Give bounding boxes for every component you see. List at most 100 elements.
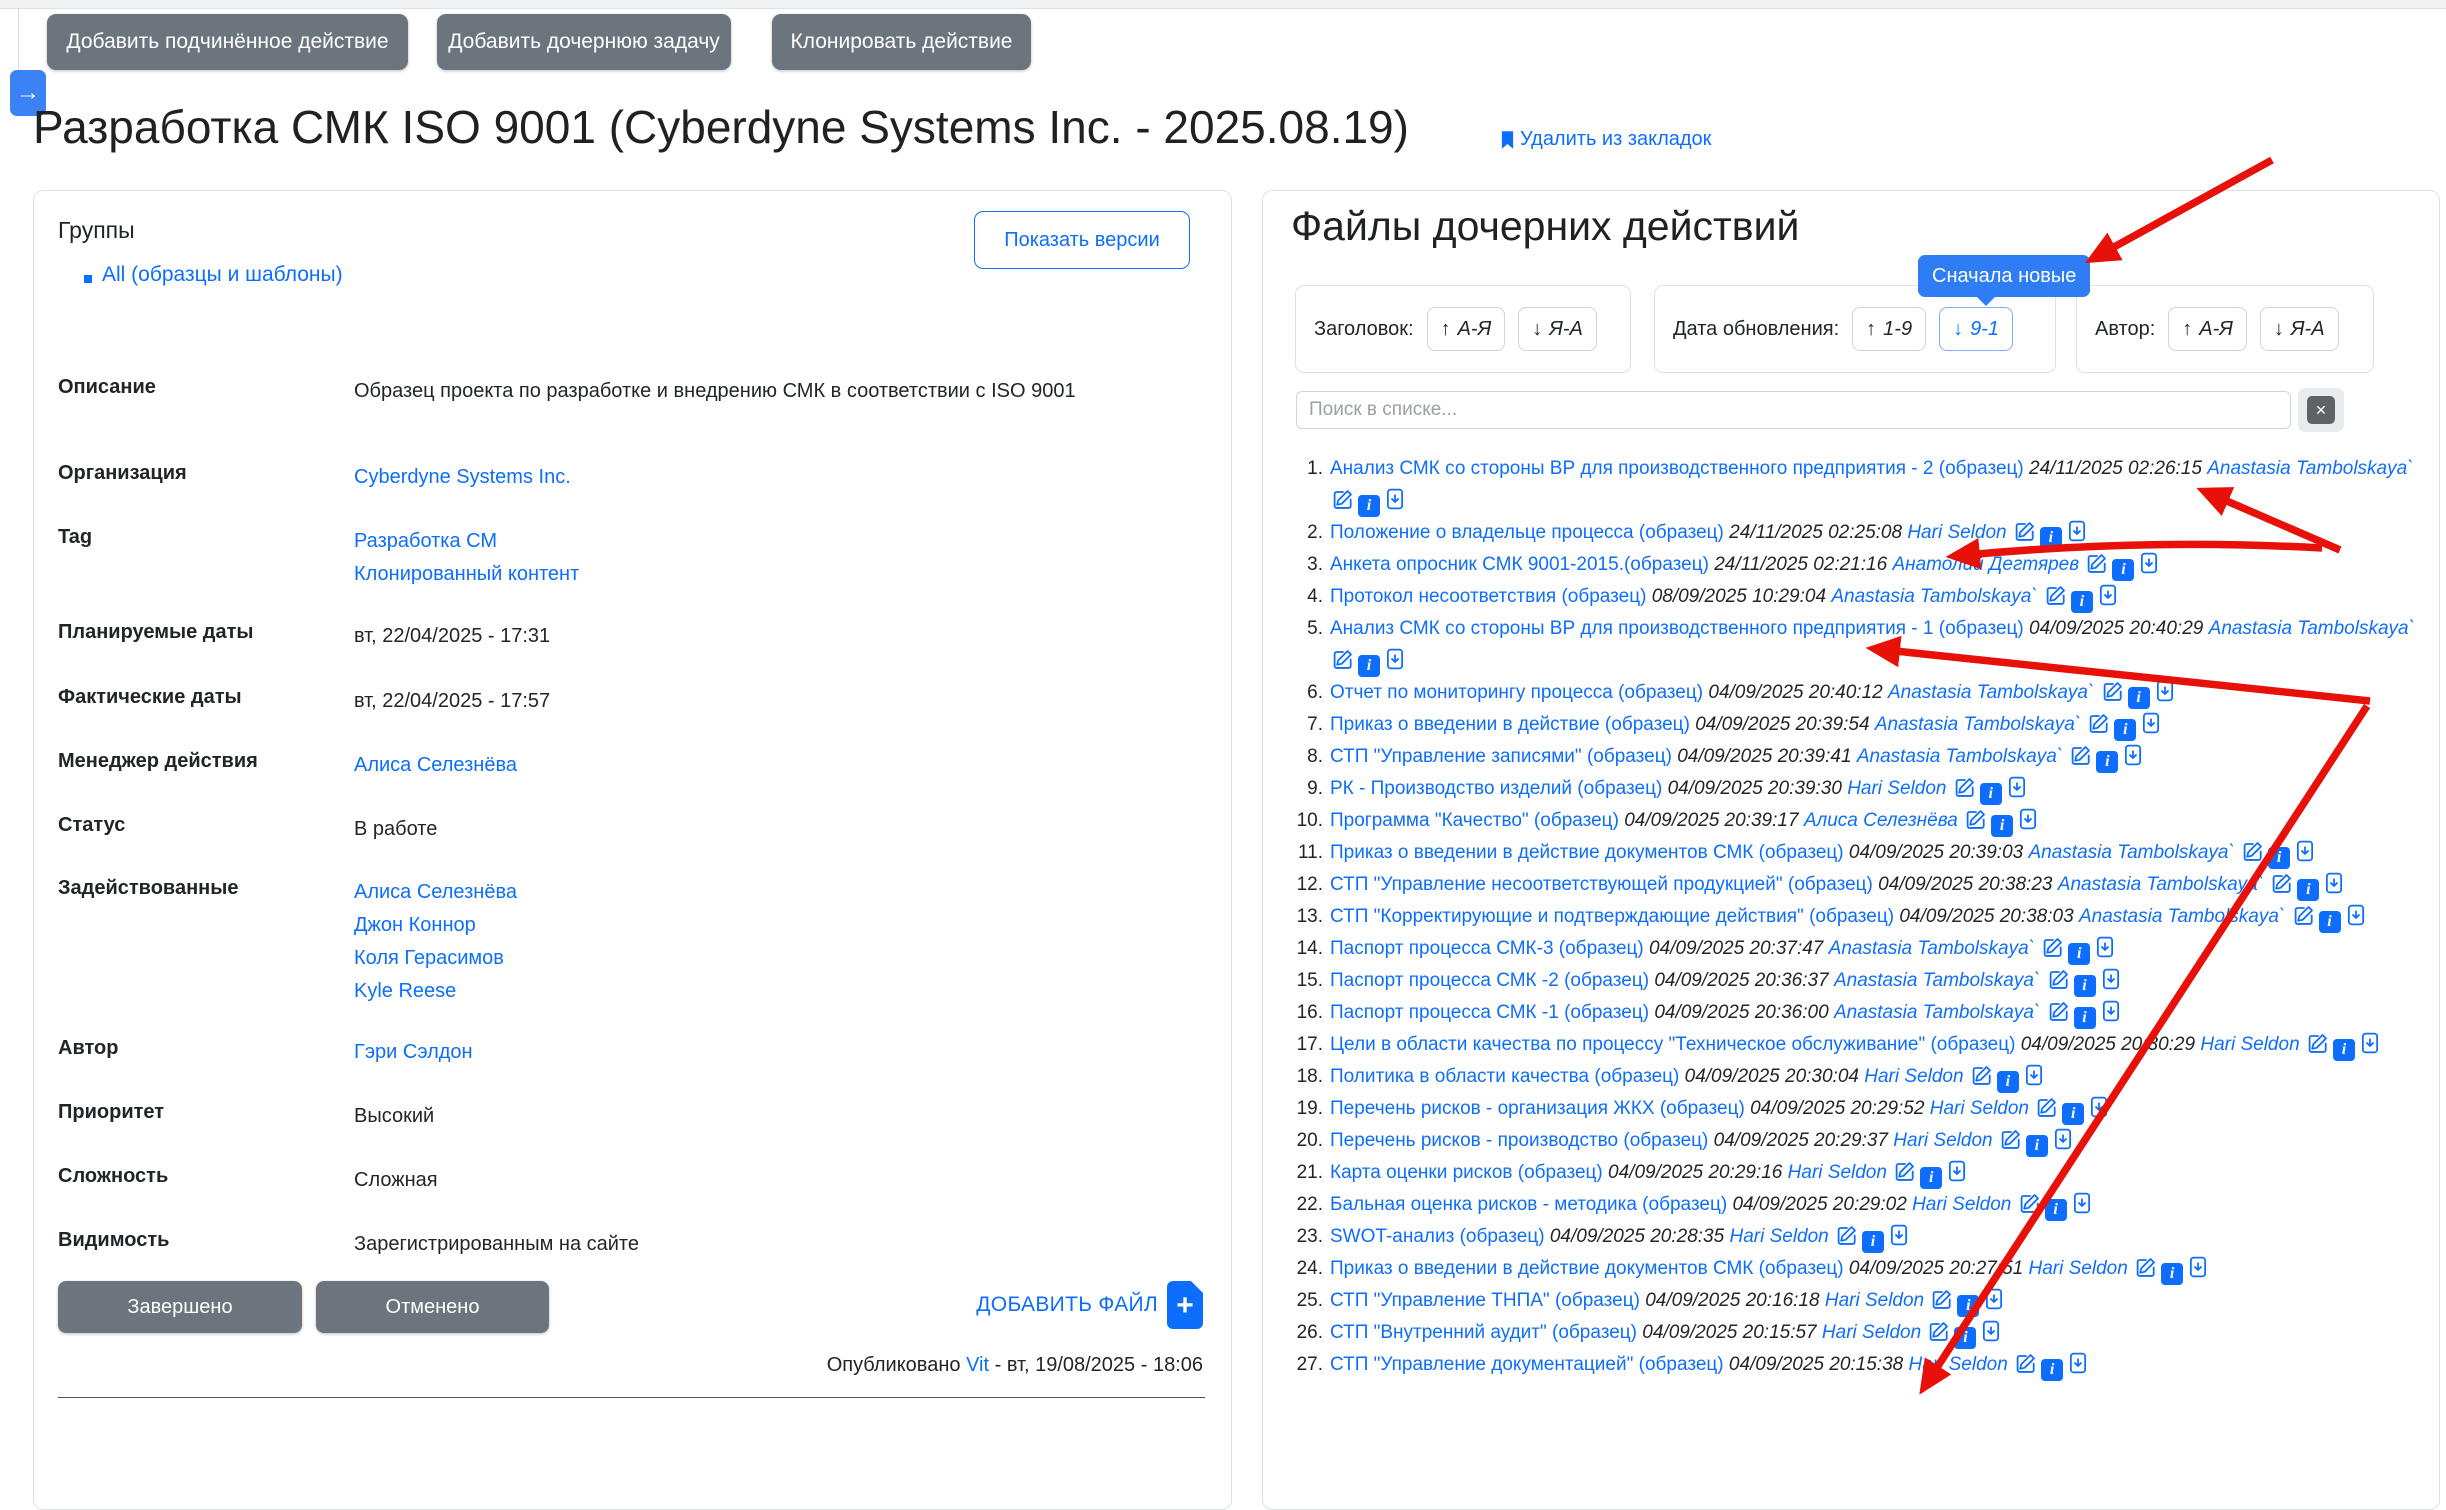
info-icon[interactable]: i <box>2333 1039 2355 1061</box>
download-icon[interactable] <box>1888 1224 1910 1246</box>
sort-author-desc-button[interactable]: ↓ Я-А <box>2260 307 2339 351</box>
field-value-link[interactable]: Алиса Селезнёва <box>354 749 1194 782</box>
sort-author-asc-button[interactable]: ↑ А-Я <box>2168 307 2247 351</box>
download-icon[interactable] <box>2097 584 2119 606</box>
edit-icon[interactable] <box>1332 648 1354 670</box>
info-icon[interactable]: i <box>2268 847 2290 869</box>
info-icon[interactable]: i <box>2071 591 2093 613</box>
info-icon[interactable]: i <box>2297 879 2319 901</box>
file-title-link[interactable]: СТП "Управление ТНПА" (образец) <box>1330 1290 1640 1311</box>
field-value-link[interactable]: Разработка СМ <box>354 525 1194 558</box>
edit-icon[interactable] <box>2088 712 2110 734</box>
add-file-icon[interactable]: + <box>1167 1281 1203 1329</box>
download-icon[interactable] <box>2140 712 2162 734</box>
info-icon[interactable]: i <box>2041 1359 2063 1381</box>
field-value-link[interactable]: Коля Герасимов <box>354 942 1194 975</box>
sort-date-asc-button[interactable]: ↑ 1-9 <box>1852 307 1926 351</box>
file-title-link[interactable]: Программа "Качество" (образец) <box>1330 810 1619 831</box>
info-icon[interactable]: i <box>1358 495 1380 517</box>
info-icon[interactable]: i <box>2319 911 2341 933</box>
file-author-link[interactable]: Hari Seldon <box>2200 1034 2299 1055</box>
info-icon[interactable]: i <box>1920 1167 1942 1189</box>
file-author-link[interactable]: Анатолий Дегтярев <box>1892 554 2079 575</box>
file-author-link[interactable]: Anastasia Tambolskaya` <box>1875 714 2081 735</box>
field-value-link[interactable]: Гэри Сэлдон <box>354 1036 1194 1069</box>
edit-icon[interactable] <box>1971 1064 1993 1086</box>
download-icon[interactable] <box>1980 1320 2002 1342</box>
info-icon[interactable]: i <box>2074 975 2096 997</box>
file-title-link[interactable]: Анализ СМК со стороны ВР для производств… <box>1330 618 2024 639</box>
file-title-link[interactable]: Цели в области качества по процессу "Тех… <box>1330 1034 2015 1055</box>
clear-search-button[interactable]: ✕ <box>2307 396 2335 424</box>
edit-icon[interactable] <box>2048 968 2070 990</box>
info-icon[interactable]: i <box>2026 1135 2048 1157</box>
file-title-link[interactable]: СТП "Внутренний аудит" (образец) <box>1330 1322 1637 1343</box>
file-title-link[interactable]: Политика в области качества (образец) <box>1330 1066 1679 1087</box>
info-icon[interactable]: i <box>2068 943 2090 965</box>
file-author-link[interactable]: Anastasia Tambolskaya` <box>1831 586 2037 607</box>
download-icon[interactable] <box>2138 552 2160 574</box>
download-icon[interactable] <box>2294 840 2316 862</box>
info-icon[interactable]: i <box>1997 1071 2019 1093</box>
edit-icon[interactable] <box>2014 520 2036 542</box>
download-icon[interactable] <box>1946 1160 1968 1182</box>
edit-icon[interactable] <box>2086 552 2108 574</box>
info-icon[interactable]: i <box>1980 783 2002 805</box>
cancelled-button[interactable]: Отменено <box>316 1281 549 1333</box>
edit-icon[interactable] <box>1965 808 1987 830</box>
download-icon[interactable] <box>2187 1256 2209 1278</box>
edit-icon[interactable] <box>2019 1192 2041 1214</box>
file-title-link[interactable]: Карта оценки рисков (образец) <box>1330 1162 1603 1183</box>
edit-icon[interactable] <box>2271 872 2293 894</box>
download-icon[interactable] <box>1983 1288 2005 1310</box>
edit-icon[interactable] <box>1954 776 1976 798</box>
file-author-link[interactable]: Hari Seldon <box>1907 522 2006 543</box>
info-icon[interactable]: i <box>2074 1007 2096 1029</box>
download-icon[interactable] <box>2071 1192 2093 1214</box>
download-icon[interactable] <box>2154 680 2176 702</box>
file-author-link[interactable]: Hari Seldon <box>2029 1258 2128 1279</box>
info-icon[interactable]: i <box>1957 1295 1979 1317</box>
edit-icon[interactable] <box>2000 1128 2022 1150</box>
file-author-link[interactable]: Anastasia Tambolskaya` <box>1834 970 2040 991</box>
file-title-link[interactable]: РК - Производство изделий (образец) <box>1330 778 1662 799</box>
file-author-link[interactable]: Hari Seldon <box>1847 778 1946 799</box>
search-input[interactable] <box>1296 391 2291 429</box>
edit-icon[interactable] <box>1894 1160 1916 1182</box>
download-icon[interactable] <box>2094 936 2116 958</box>
info-icon[interactable]: i <box>2096 751 2118 773</box>
sort-date-desc-button[interactable]: ↓ 9-1 <box>1939 307 2013 351</box>
download-icon[interactable] <box>2100 968 2122 990</box>
edit-icon[interactable] <box>1928 1320 1950 1342</box>
file-title-link[interactable]: СТП "Управление несоответствующей продук… <box>1330 874 1873 895</box>
file-author-link[interactable]: Hari Seldon <box>1912 1194 2011 1215</box>
info-icon[interactable]: i <box>1358 655 1380 677</box>
info-icon[interactable]: i <box>1862 1231 1884 1253</box>
info-icon[interactable]: i <box>2114 719 2136 741</box>
info-icon[interactable]: i <box>2161 1263 2183 1285</box>
field-value-link[interactable]: Kyle Reese <box>354 975 1194 1008</box>
field-value-link[interactable]: Алиса Селезнёва <box>354 876 1194 909</box>
sort-title-desc-button[interactable]: ↓ Я-А <box>1518 307 1597 351</box>
edit-icon[interactable] <box>2242 840 2264 862</box>
edit-icon[interactable] <box>2293 904 2315 926</box>
download-icon[interactable] <box>2006 776 2028 798</box>
add-child-task-button[interactable]: Добавить дочернюю задачу <box>437 14 731 70</box>
file-author-link[interactable]: Hari Seldon <box>1893 1130 1992 1151</box>
file-title-link[interactable]: СТП "Управление документацией" (образец) <box>1330 1354 1724 1375</box>
clone-action-button[interactable]: Клонировать действие <box>772 14 1031 70</box>
edit-icon[interactable] <box>2135 1256 2157 1278</box>
file-author-link[interactable]: Hari Seldon <box>1864 1066 1963 1087</box>
download-icon[interactable] <box>2100 1000 2122 1022</box>
field-value-link[interactable]: Cyberdyne Systems Inc. <box>354 461 1194 494</box>
edit-icon[interactable] <box>1836 1224 1858 1246</box>
file-title-link[interactable]: Анкета опросник СМК 9001-2015.(образец) <box>1330 554 1709 575</box>
add-subordinate-action-button[interactable]: Добавить подчинённое действие <box>47 14 408 70</box>
file-author-link[interactable]: Anastasia Tambolskaya` <box>2207 458 2413 479</box>
download-icon[interactable] <box>2345 904 2367 926</box>
file-author-link[interactable]: Hari Seldon <box>1788 1162 1887 1183</box>
file-author-link[interactable]: Hari Seldon <box>1822 1322 1921 1343</box>
file-title-link[interactable]: СТП "Управление записями" (образец) <box>1330 746 1672 767</box>
file-author-link[interactable]: Hari Seldon <box>1825 1290 1924 1311</box>
edit-icon[interactable] <box>2307 1032 2329 1054</box>
